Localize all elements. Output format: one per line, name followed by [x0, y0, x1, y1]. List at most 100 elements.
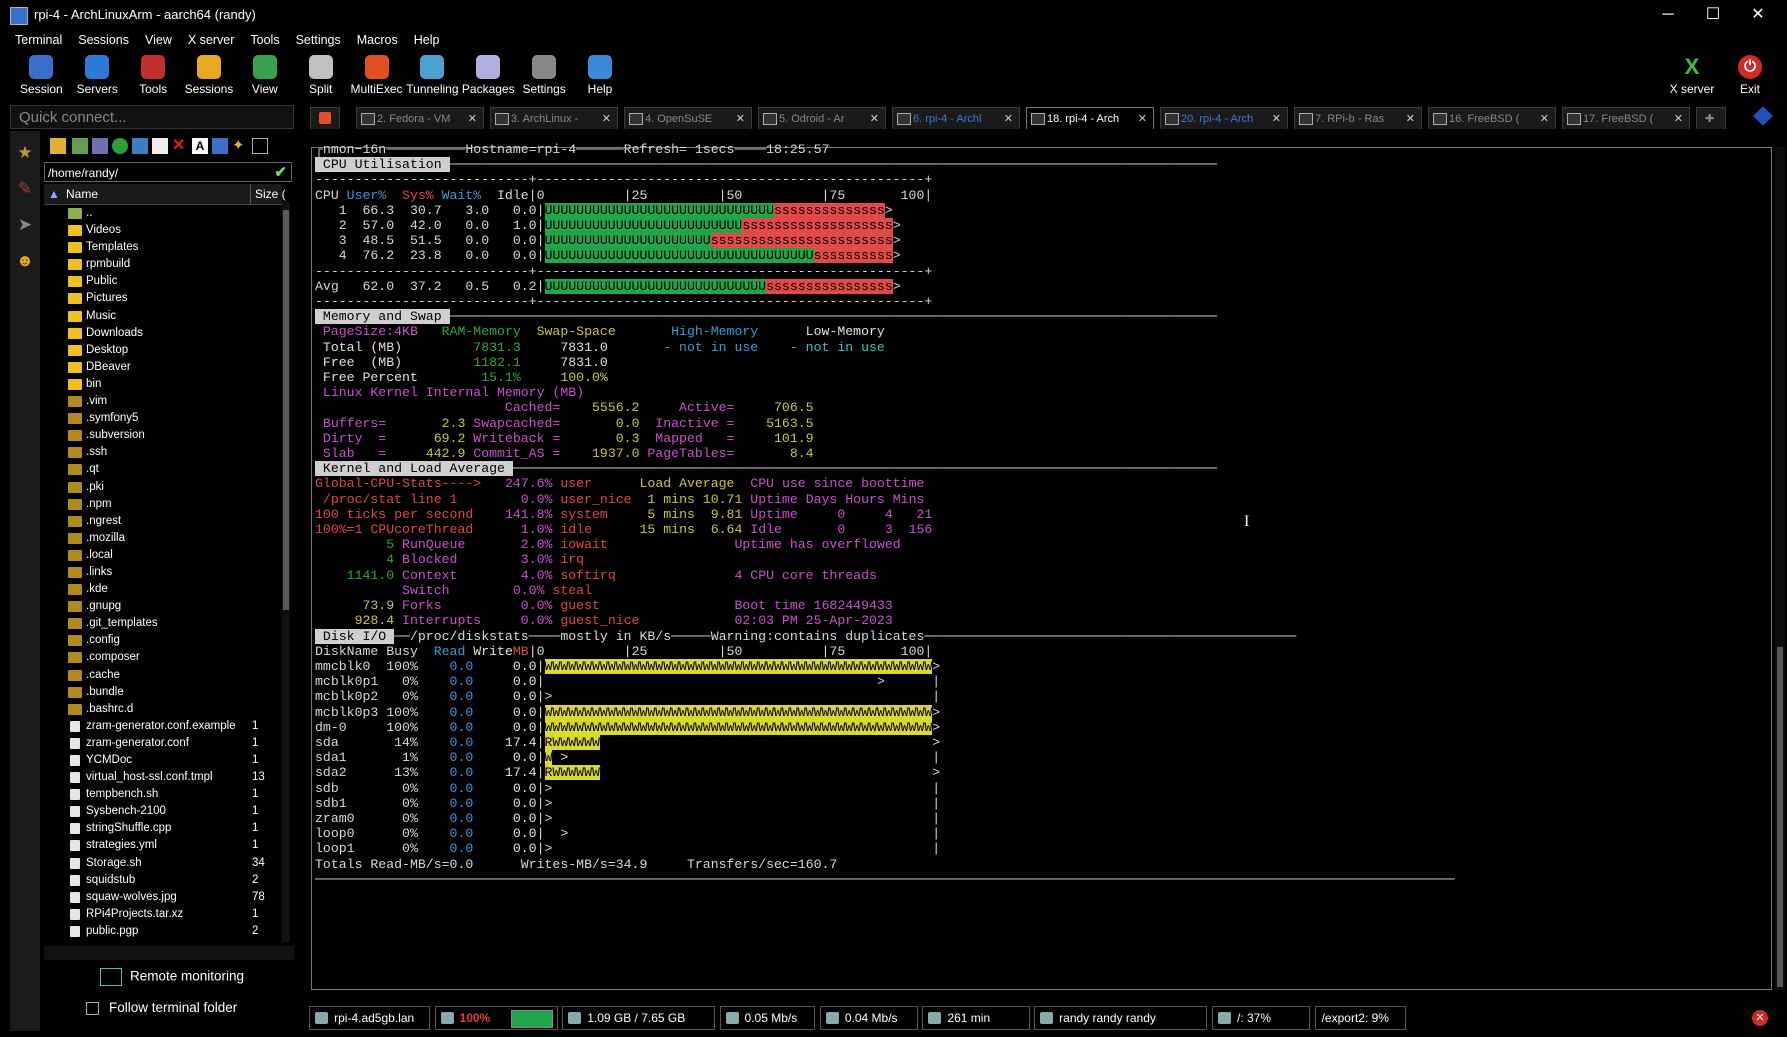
star-icon[interactable]: ★ — [15, 143, 35, 163]
tab-menu-icon[interactable] — [1753, 106, 1773, 126]
packages-toolbar-button[interactable]: Packages — [458, 52, 518, 100]
file-row[interactable]: .config — [44, 632, 282, 649]
file-row[interactable]: .kde — [44, 581, 282, 598]
column-name[interactable]: Name — [66, 184, 98, 204]
file-row[interactable]: .mozilla — [44, 530, 282, 547]
file-row[interactable]: .npm — [44, 496, 282, 513]
file-row[interactable]: squaw-wolves.jpg 78 — [44, 889, 282, 906]
home-tab[interactable] — [310, 107, 340, 129]
quick-connect-input[interactable]: Quick connect... — [10, 105, 294, 129]
send-icon[interactable]: ➤ — [15, 215, 35, 235]
view-toolbar-button[interactable]: View — [235, 52, 295, 100]
maximize-button[interactable]: ☐ — [1693, 4, 1733, 26]
tab-session-1[interactable]: 2. Fedora - VM ✕ — [356, 107, 484, 129]
tab-close-icon[interactable]: ✕ — [1406, 108, 1415, 129]
file-row[interactable]: .bundle — [44, 684, 282, 701]
tab-close-icon[interactable]: ✕ — [602, 108, 611, 129]
tab-close-icon[interactable]: ✕ — [870, 108, 879, 129]
menu-sessions[interactable]: Sessions — [70, 30, 137, 50]
tab-close-icon[interactable]: ✕ — [736, 108, 745, 129]
menu-terminal[interactable]: Terminal — [0, 30, 70, 50]
file-row[interactable]: stringShuffle.cpp 1 — [44, 820, 282, 837]
file-row[interactable]: .. — [44, 205, 282, 222]
file-row[interactable]: .git_templates — [44, 615, 282, 632]
menu-tools[interactable]: Tools — [242, 30, 287, 50]
file-row[interactable]: Sysbench-2100 1 — [44, 803, 282, 820]
tunneling-toolbar-button[interactable]: Tunneling — [402, 52, 462, 100]
tab-session-6[interactable]: 18. rpi-4 - Arch ✕ — [1026, 107, 1154, 129]
file-row[interactable]: rpmbuild — [44, 256, 282, 273]
list-view-icon[interactable] — [212, 138, 228, 154]
tab-close-icon[interactable]: ✕ — [1004, 108, 1013, 129]
parent-folder-icon[interactable] — [50, 138, 66, 154]
file-row[interactable]: zram-generator.conf 1 — [44, 735, 282, 752]
tab-session-5[interactable]: 6. rpi-4 - Archl ✕ — [892, 107, 1020, 129]
menu-settings[interactable]: Settings — [288, 30, 349, 50]
new-file-icon[interactable] — [152, 138, 168, 154]
upload-icon[interactable] — [92, 138, 108, 154]
download-icon[interactable] — [72, 138, 88, 154]
multiexec-toolbar-button[interactable]: MultiExec — [347, 52, 407, 100]
rename-icon[interactable]: A — [192, 138, 208, 154]
file-row[interactable]: public.pgp 2 — [44, 923, 282, 940]
file-row[interactable]: Desktop — [44, 342, 282, 359]
tools-icon[interactable]: ✎ — [15, 179, 35, 199]
file-list-hscrollbar[interactable] — [44, 946, 294, 960]
close-button[interactable]: ✕ — [1738, 4, 1778, 26]
settings-toolbar-button[interactable]: Settings — [514, 52, 574, 100]
file-row[interactable]: Templates — [44, 239, 282, 256]
file-row[interactable]: Videos — [44, 222, 282, 239]
file-row[interactable]: .ssh — [44, 444, 282, 461]
refresh-icon[interactable] — [112, 138, 128, 154]
file-row[interactable]: virtual_host-ssl.conf.tmpl 13 — [44, 769, 282, 786]
file-row[interactable]: YCMDoc 1 — [44, 752, 282, 769]
terminal-scrollbar[interactable] — [1775, 147, 1785, 990]
file-row[interactable]: .bashrc.d — [44, 701, 282, 718]
file-row[interactable]: RPi4Projects.tar.xz 1 — [44, 906, 282, 923]
file-row[interactable]: .pki — [44, 479, 282, 496]
follow-terminal-folder-checkbox[interactable]: Follow terminal folder — [86, 1000, 237, 1015]
xserver-toolbar-button[interactable]: X X server — [1662, 52, 1722, 100]
tab-close-icon[interactable]: ✕ — [1540, 108, 1549, 129]
exit-toolbar-button[interactable]: ⏻ Exit — [1720, 52, 1780, 100]
tab-session-3[interactable]: 4. OpenSuSE ✕ — [624, 107, 752, 129]
menu-view[interactable]: View — [137, 30, 180, 50]
file-row[interactable]: zram-generator.conf.example 1 — [44, 718, 282, 735]
remote-monitoring-button[interactable]: Remote monitoring — [100, 968, 244, 986]
file-row[interactable]: .composer — [44, 649, 282, 666]
path-field[interactable]: /home/randy/ ✔ — [44, 162, 292, 182]
file-row[interactable]: bin — [44, 376, 282, 393]
file-row[interactable]: Pictures — [44, 290, 282, 307]
menu-help[interactable]: Help — [406, 30, 448, 50]
file-row[interactable]: .symfony5 — [44, 410, 282, 427]
file-row[interactable]: tempbench.sh 1 — [44, 786, 282, 803]
tab-session-10[interactable]: 17. FreeBSD (✕ — [1562, 107, 1690, 129]
status-close-icon[interactable]: ✕ — [1752, 1010, 1768, 1026]
minimize-button[interactable]: ─ — [1648, 4, 1688, 26]
tab-session-4[interactable]: 5. Odroid - Ar ✕ — [758, 107, 886, 129]
servers-toolbar-button[interactable]: Servers — [67, 52, 127, 100]
tab-close-icon[interactable]: ✕ — [468, 108, 477, 129]
file-row[interactable]: Downloads — [44, 325, 282, 342]
file-row[interactable]: squidstub 2 — [44, 872, 282, 889]
file-row[interactable]: strategies.yml 1 — [44, 837, 282, 854]
file-row[interactable]: .cache — [44, 667, 282, 684]
wand-icon[interactable]: ✦ — [232, 138, 248, 154]
file-row[interactable]: Public — [44, 273, 282, 290]
delete-icon[interactable]: ✕ — [172, 138, 188, 154]
tools-toolbar-button[interactable]: Tools — [123, 52, 183, 100]
smiley-icon[interactable]: ☻ — [15, 251, 35, 271]
tab-close-icon[interactable]: ✕ — [1272, 108, 1281, 129]
file-list-scrollbar[interactable] — [282, 202, 290, 942]
open-folder-icon[interactable] — [132, 138, 148, 154]
help-toolbar-button[interactable]: Help — [570, 52, 630, 100]
new-tab-button[interactable]: ✚ — [1696, 107, 1726, 129]
file-row[interactable]: .subversion — [44, 427, 282, 444]
file-row[interactable]: Storage.sh 34 — [44, 855, 282, 872]
split-toolbar-button[interactable]: Split — [291, 52, 351, 100]
check-icon[interactable]: ✔ — [274, 163, 287, 183]
monitor-icon[interactable] — [252, 138, 268, 154]
menu-macros[interactable]: Macros — [349, 30, 406, 50]
menu-xserver[interactable]: X server — [180, 30, 243, 50]
file-row[interactable]: .links — [44, 564, 282, 581]
